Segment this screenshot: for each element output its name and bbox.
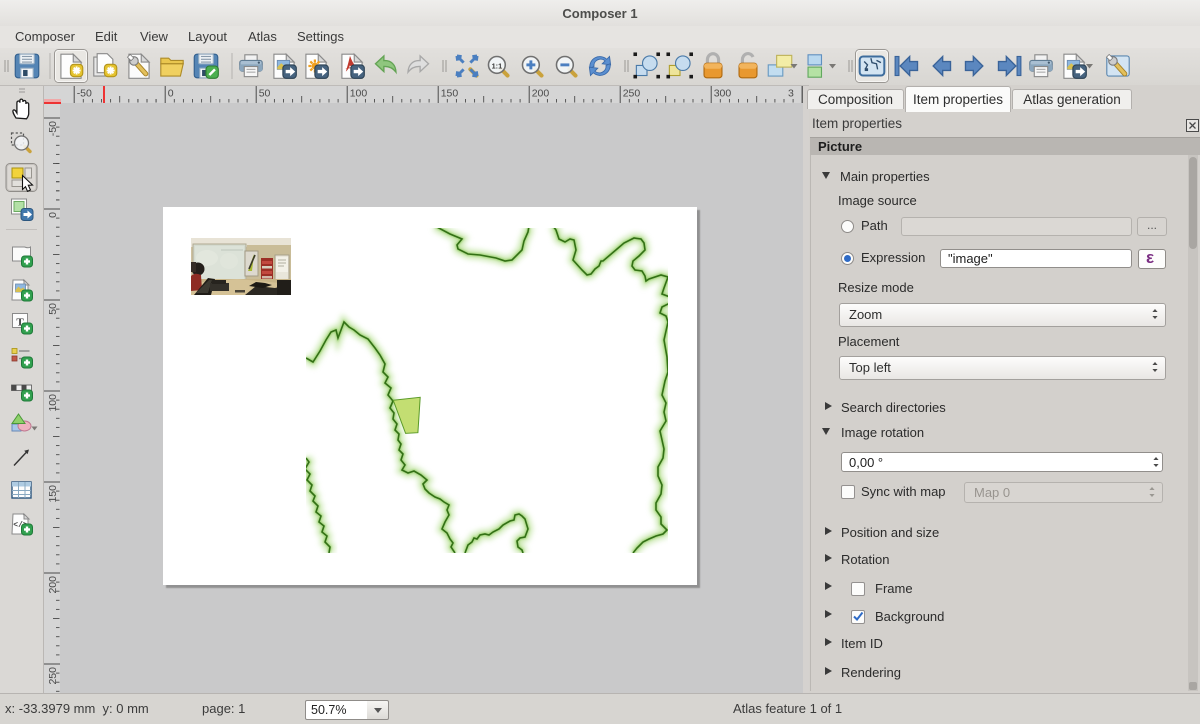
svg-text:300: 300	[714, 88, 732, 100]
svg-text:150: 150	[441, 88, 459, 100]
svg-text:1:1: 1:1	[492, 61, 503, 70]
svg-text:0: 0	[47, 212, 59, 218]
svg-text:0: 0	[168, 88, 174, 100]
svg-text:100: 100	[350, 88, 368, 100]
svg-text:-50: -50	[47, 121, 59, 136]
svg-text:3: 3	[788, 88, 794, 100]
svg-text:200: 200	[532, 88, 550, 100]
svg-text:-50: -50	[77, 88, 92, 100]
svg-text:250: 250	[623, 88, 641, 100]
svg-text:50: 50	[259, 88, 271, 100]
